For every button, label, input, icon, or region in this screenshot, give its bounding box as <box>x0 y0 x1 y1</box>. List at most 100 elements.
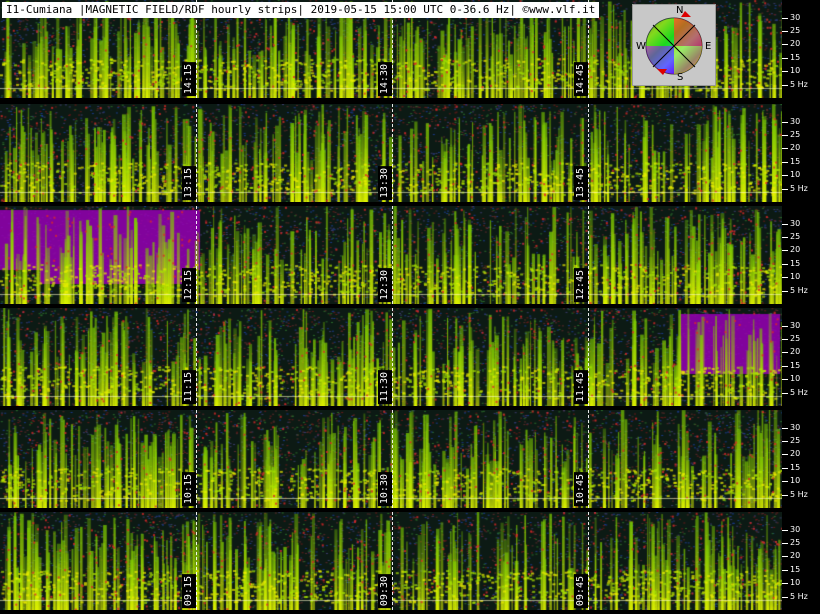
axis-tick <box>782 85 788 86</box>
axis-tick <box>782 264 788 265</box>
frequency-axis: 30 25 20 15 10 5 Hz <box>782 0 820 98</box>
axis-tick-label: 15 <box>790 565 801 574</box>
axis-tick-label: 25 <box>790 436 801 445</box>
axis-tick <box>782 495 788 496</box>
axis-tick-label: 15 <box>790 463 801 472</box>
axis-tick <box>782 162 788 163</box>
quarter-hour-marker <box>392 512 393 610</box>
axis-tick <box>782 556 788 557</box>
axis-tick-label: 30 <box>790 525 801 534</box>
axis-tick-label: 20 <box>790 347 801 356</box>
axis-tick-label: 20 <box>790 449 801 458</box>
axis-tick-label: 20 <box>790 245 801 254</box>
quarter-hour-marker <box>392 104 393 202</box>
compass-north: N <box>676 5 684 16</box>
axis-tick <box>782 189 788 190</box>
frequency-axis: 30 25 20 15 10 5 Hz <box>782 308 820 406</box>
spectrogram-stage: 14:15 14:30 14:45 30 25 20 15 10 5 Hz 13:15 13:30 1… <box>0 0 820 614</box>
axis-tick <box>782 291 788 292</box>
axis-tick-label: 10 <box>790 170 801 179</box>
time-label: 14:30 <box>378 61 392 96</box>
axis-tick <box>782 352 788 353</box>
axis-tick <box>782 530 788 531</box>
axis-tick-label: 15 <box>790 53 801 62</box>
axis-tick-label: 5 Hz <box>790 490 808 499</box>
quarter-hour-marker <box>588 410 589 508</box>
axis-tick <box>782 237 788 238</box>
axis-tick-label: 5 Hz <box>790 388 808 397</box>
axis-tick <box>782 339 788 340</box>
time-label: 09:30 <box>378 573 392 608</box>
time-label: 13:15 <box>182 165 196 200</box>
frequency-axis: 30 25 20 15 10 5 Hz <box>782 410 820 508</box>
quarter-hour-marker <box>588 308 589 406</box>
quarter-hour-marker <box>588 104 589 202</box>
axis-tick <box>782 175 788 176</box>
axis-tick-label: 30 <box>790 117 801 126</box>
time-label: 09:15 <box>182 573 196 608</box>
compass-south: S <box>677 72 684 83</box>
compass-west: W <box>636 41 646 52</box>
axis-tick-label: 5 Hz <box>790 286 808 295</box>
axis-tick <box>782 71 788 72</box>
compass-east: E <box>705 41 712 52</box>
time-label: 14:15 <box>182 61 196 96</box>
axis-tick-label: 10 <box>790 476 801 485</box>
quarter-hour-marker <box>392 308 393 406</box>
axis-tick <box>782 454 788 455</box>
axis-tick <box>782 250 788 251</box>
axis-tick-label: 30 <box>790 321 801 330</box>
spectrogram-strip-13: 13:15 13:30 13:45 <box>0 104 782 202</box>
axis-tick-label: 25 <box>790 232 801 241</box>
axis-tick-label: 20 <box>790 551 801 560</box>
quarter-hour-marker <box>588 206 589 304</box>
axis-tick-label: 25 <box>790 130 801 139</box>
axis-tick <box>782 122 788 123</box>
axis-tick-label: 10 <box>790 578 801 587</box>
axis-tick-label: 5 Hz <box>790 184 808 193</box>
spectrogram-strip-12: 12:15 12:30 12:45 <box>0 206 782 304</box>
quarter-hour-marker <box>196 206 197 304</box>
axis-tick-label: 25 <box>790 538 801 547</box>
axis-tick-label: 25 <box>790 334 801 343</box>
axis-tick-label: 15 <box>790 157 801 166</box>
axis-tick <box>782 583 788 584</box>
axis-tick-label: 20 <box>790 39 801 48</box>
axis-tick-label: 30 <box>790 423 801 432</box>
axis-tick-label: 25 <box>790 26 801 35</box>
axis-tick-label: 20 <box>790 143 801 152</box>
spectrogram-strip-11: 11:15 11:30 11:45 <box>0 308 782 406</box>
page-title: I1-Cumiana |MAGNETIC FIELD/RDF hourly st… <box>2 2 600 18</box>
quarter-hour-marker <box>196 410 197 508</box>
time-label: 11:30 <box>378 369 392 404</box>
compass-rose: N E S W <box>632 4 716 86</box>
axis-tick-label: 30 <box>790 13 801 22</box>
time-label: 11:15 <box>182 369 196 404</box>
axis-tick <box>782 326 788 327</box>
axis-tick <box>782 18 788 19</box>
axis-tick <box>782 277 788 278</box>
time-label: 14:45 <box>574 61 588 96</box>
axis-tick <box>782 44 788 45</box>
axis-tick <box>782 597 788 598</box>
frequency-axis: 30 25 20 15 10 5 Hz <box>782 206 820 304</box>
axis-tick-label: 30 <box>790 219 801 228</box>
axis-tick-label: 10 <box>790 272 801 281</box>
axis-tick-label: 10 <box>790 374 801 383</box>
time-label: 13:30 <box>378 165 392 200</box>
time-label: 13:45 <box>574 165 588 200</box>
axis-tick <box>782 58 788 59</box>
time-label: 12:15 <box>182 267 196 302</box>
spectrogram-strip-10: 10:15 10:30 10:45 <box>0 410 782 508</box>
axis-tick-label: 10 <box>790 66 801 75</box>
time-label: 10:45 <box>574 471 588 506</box>
time-label: 11:45 <box>574 369 588 404</box>
axis-tick-label: 15 <box>790 259 801 268</box>
time-label: 12:30 <box>378 267 392 302</box>
axis-tick <box>782 543 788 544</box>
time-label: 10:30 <box>378 471 392 506</box>
axis-tick <box>782 468 788 469</box>
axis-tick <box>782 393 788 394</box>
axis-tick <box>782 31 788 32</box>
axis-tick-label: 15 <box>790 361 801 370</box>
